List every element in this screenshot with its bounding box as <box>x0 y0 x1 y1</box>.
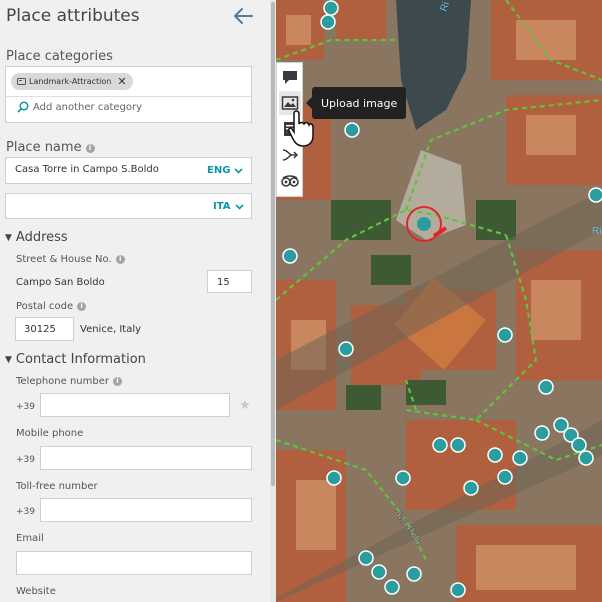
telephone-label: Telephone number i <box>16 376 122 387</box>
telephone-input[interactable] <box>40 393 230 417</box>
website-label: Website <box>16 586 56 597</box>
map-edge-label-right: Ri <box>592 226 601 237</box>
language-select-eng[interactable]: ENG <box>207 165 243 176</box>
tollfree-label: Toll-free number <box>16 481 98 492</box>
search-icon <box>17 101 29 113</box>
mobile-label: Mobile phone <box>16 428 84 439</box>
upload-image-tooltip: Upload image <box>305 87 407 119</box>
chevron-down-icon <box>234 203 244 210</box>
info-icon: i <box>113 377 122 386</box>
category-tag-icon <box>17 78 26 85</box>
back-arrow-icon[interactable] <box>232 6 254 26</box>
info-icon: i <box>115 255 125 264</box>
star-icon[interactable]: ★ <box>239 398 251 413</box>
tollfree-prefix: +39 <box>16 507 35 517</box>
email-input[interactable] <box>16 551 252 575</box>
info-icon: i <box>77 302 87 311</box>
collapse-triangle-icon: ▼ <box>5 354 12 365</box>
category-chip-label: Landmark-Attraction <box>29 77 112 86</box>
mobile-prefix: +39 <box>16 455 35 465</box>
postal-code-value: 30125 <box>24 324 56 335</box>
scrollbar-thumb[interactable] <box>271 2 275 486</box>
remove-category-icon[interactable]: ✕ <box>117 75 126 88</box>
comment-icon <box>282 71 297 84</box>
tripadvisor-tool[interactable] <box>279 169 301 193</box>
street-label: Street & House No. i <box>16 254 125 265</box>
tripadvisor-icon <box>280 175 299 187</box>
email-label: Email <box>16 533 44 544</box>
house-number-value: 15 <box>217 277 230 288</box>
tollfree-input[interactable] <box>40 498 252 522</box>
info-icon: i <box>85 144 95 153</box>
place-categories-label: Place categories <box>6 49 113 64</box>
hand-cursor-icon <box>288 110 314 147</box>
language-select-ita[interactable]: ITA <box>213 201 244 212</box>
place-attributes-panel: Place attributes Place categories Landma… <box>0 0 270 602</box>
collapse-triangle-icon: ▼ <box>5 232 12 243</box>
place-name-label: Place name i <box>6 140 95 155</box>
panel-title: Place attributes <box>6 6 140 26</box>
comment-tool[interactable] <box>279 65 301 89</box>
mobile-input[interactable] <box>40 446 252 470</box>
route-icon <box>282 149 298 161</box>
category-chip[interactable]: Landmark-Attraction ✕ <box>11 73 133 90</box>
address-section-header[interactable]: ▼ Address <box>5 230 68 245</box>
city-value: Venice, Italy <box>80 324 142 335</box>
postal-code-label: Postal code i <box>16 301 87 312</box>
add-category-input[interactable]: Add another category <box>33 102 142 113</box>
contact-section-header[interactable]: ▼ Contact Information <box>5 352 146 367</box>
chevron-down-icon <box>234 167 243 174</box>
place-name-value: Casa Torre in Campo S.Boldo <box>15 164 159 175</box>
street-value[interactable]: Campo San Boldo <box>16 277 105 288</box>
telephone-prefix: +39 <box>16 402 35 412</box>
